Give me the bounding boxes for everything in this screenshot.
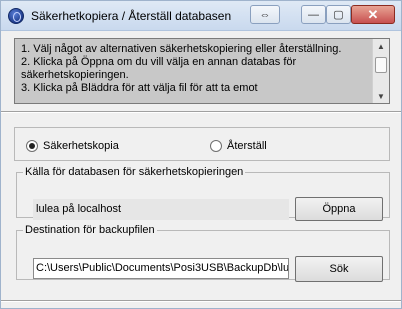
backup-restore-window: Säkerhetkopiera / Återställ databasen ⇔ … — [0, 0, 402, 309]
source-database-field: lulea på localhost — [33, 199, 289, 220]
search-button[interactable]: Sök — [295, 256, 383, 282]
separator — [1, 300, 401, 302]
maximize-button[interactable]: ▢ — [326, 5, 351, 24]
mode-panel: Säkerhetskopia Återställ — [14, 127, 390, 161]
database-app-icon — [8, 8, 24, 24]
restore-size-button[interactable]: ⇔ — [250, 5, 280, 24]
source-group-legend: Källa för databasen för säkerhetskopieri… — [25, 166, 244, 178]
scroll-thumb[interactable] — [375, 57, 387, 73]
backup-radio-dot[interactable] — [26, 140, 38, 152]
destination-group-legend: Destination för backupfilen — [25, 224, 155, 236]
scroll-up-icon[interactable]: ▲ — [373, 39, 389, 53]
minimize-button[interactable]: — — [301, 5, 326, 24]
source-group: Källa för databasen för säkerhetskopieri… — [16, 166, 390, 221]
title-bar[interactable]: Säkerhetkopiera / Återställ databasen ⇔ … — [1, 1, 401, 31]
backup-radio-label: Säkerhetskopia — [43, 140, 119, 152]
scroll-down-icon[interactable]: ▼ — [373, 89, 389, 103]
backup-radio[interactable]: Säkerhetskopia — [26, 140, 119, 152]
restore-radio[interactable]: Återställ — [210, 140, 267, 152]
instructions-text: 1. Välj något av alternativen säkerhetsk… — [21, 43, 342, 94]
close-button[interactable]: ✕ — [351, 5, 395, 24]
restore-radio-label: Återställ — [227, 140, 267, 152]
destination-path-field[interactable]: C:\Users\Public\Documents\Posi3USB\Backu… — [33, 258, 289, 279]
open-button[interactable]: Öppna — [295, 197, 383, 221]
instructions-scrollbar[interactable]: ▲ ▼ — [372, 39, 389, 103]
destination-group: Destination för backupfilen C:\Users\Pub… — [16, 224, 390, 282]
restore-radio-dot[interactable] — [210, 140, 222, 152]
separator — [1, 111, 401, 113]
window-title: Säkerhetkopiera / Återställ databasen — [31, 9, 232, 23]
instructions-textbox[interactable]: 1. Välj något av alternativen säkerhetsk… — [14, 38, 390, 104]
